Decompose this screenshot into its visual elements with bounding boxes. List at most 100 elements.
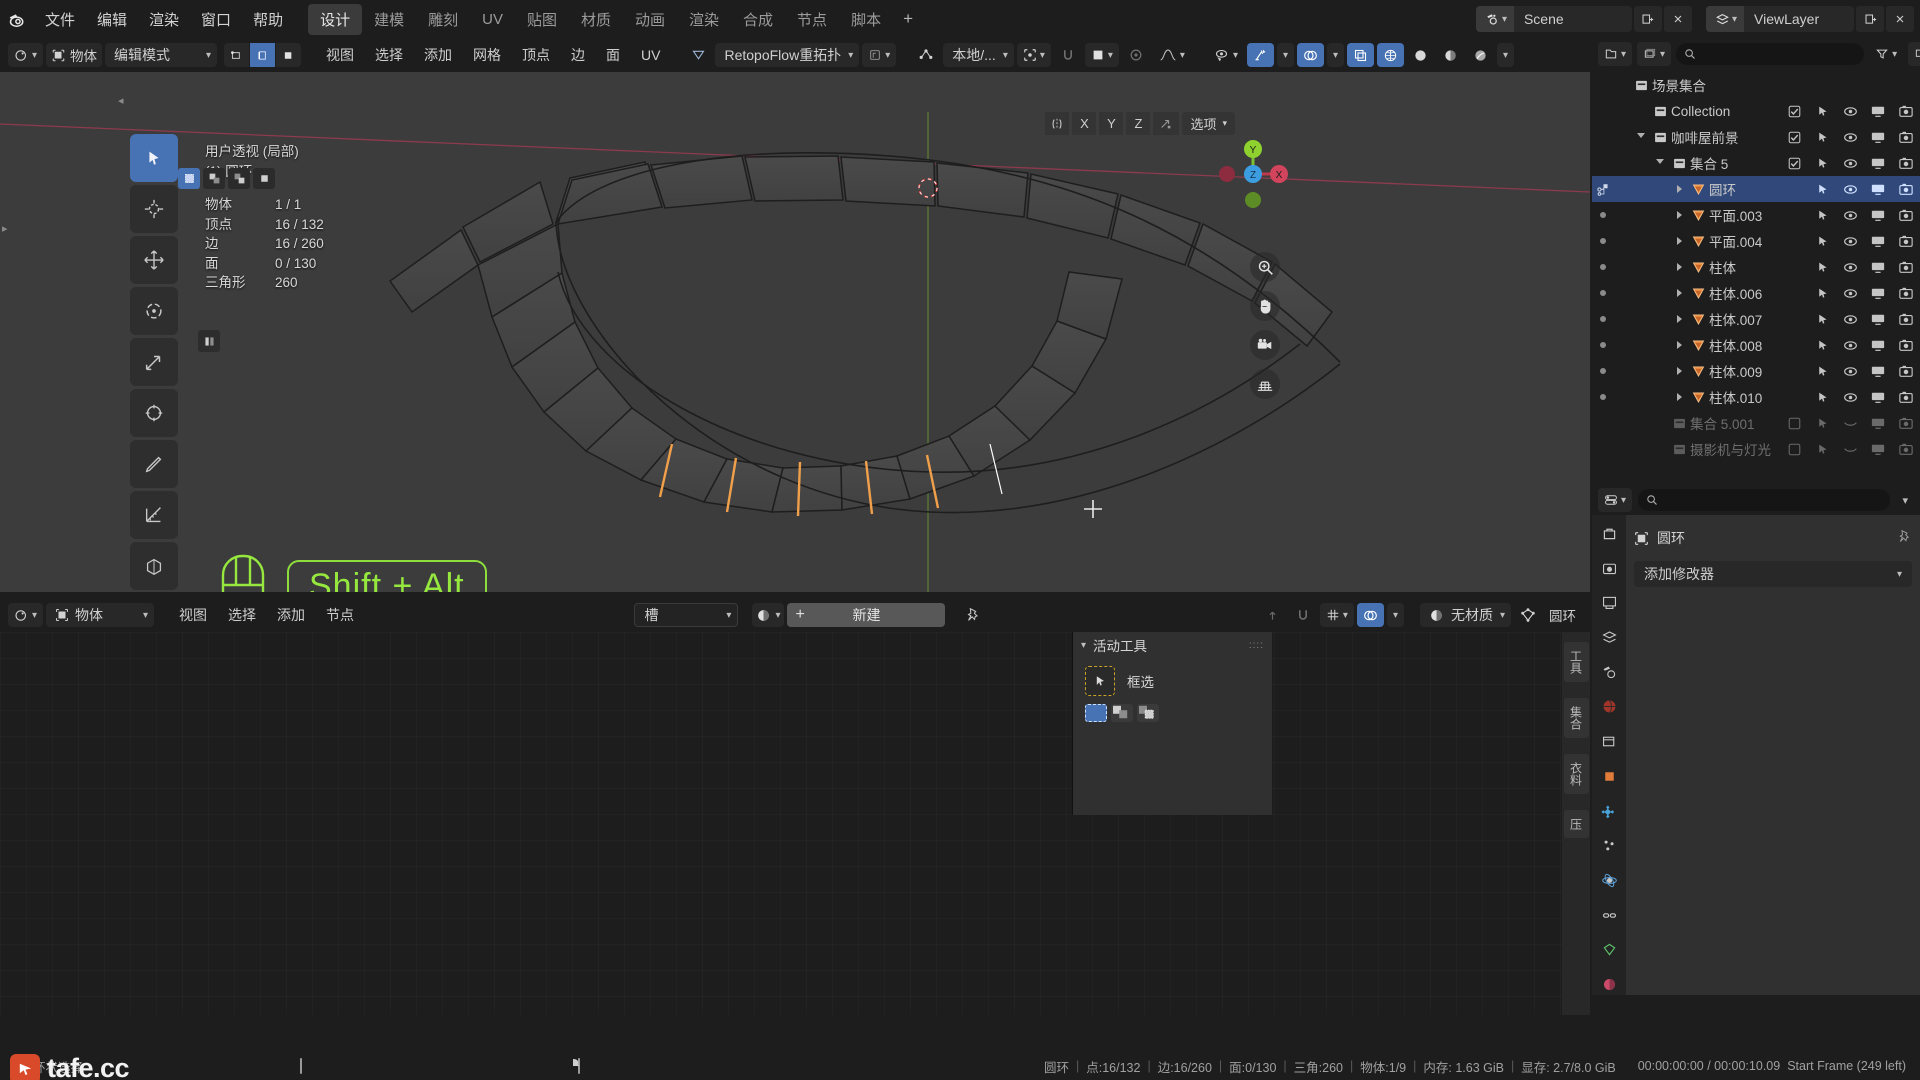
gizmo-toggle[interactable] bbox=[1246, 43, 1274, 67]
menu-window[interactable]: 窗口 bbox=[190, 6, 242, 33]
properties-tab-tool[interactable] bbox=[1598, 523, 1620, 544]
disable-in-viewports-toggle[interactable] bbox=[1870, 181, 1886, 197]
hide-in-viewport-toggle[interactable] bbox=[1842, 129, 1858, 145]
overlays-dropdown[interactable]: ▾ bbox=[1327, 43, 1345, 67]
viewport-left-expand-arrow[interactable]: ▸ bbox=[2, 222, 8, 235]
zoom-icon[interactable] bbox=[1250, 252, 1280, 282]
outliner-expand-toggle[interactable] bbox=[1671, 263, 1687, 271]
active-tool-header[interactable]: ▾ 活动工具 :::: bbox=[1073, 632, 1272, 658]
outliner-row[interactable]: 柱体.008 bbox=[1592, 332, 1920, 358]
viewport-menu-uv[interactable]: UV bbox=[632, 44, 669, 66]
material-browse-dropdown[interactable]: ▾ bbox=[752, 603, 785, 627]
disable-in-renders-toggle[interactable] bbox=[1898, 103, 1914, 119]
properties-tab-world[interactable] bbox=[1598, 697, 1620, 718]
retopoflow-icon[interactable] bbox=[685, 43, 712, 67]
properties-tab-collection[interactable] bbox=[1598, 731, 1620, 752]
viewport-menu-select[interactable]: 选择 bbox=[366, 42, 412, 68]
pan-hand-icon[interactable] bbox=[1250, 291, 1280, 321]
outliner-expand-toggle[interactable] bbox=[1671, 393, 1687, 401]
cursor-selectable-toggle[interactable] bbox=[1814, 233, 1830, 249]
new-material-button[interactable]: + 新建 bbox=[787, 603, 946, 627]
menu-edit[interactable]: 编辑 bbox=[86, 6, 138, 33]
select-mode-extend-chip[interactable] bbox=[203, 168, 225, 189]
outliner-row[interactable]: 柱体 bbox=[1592, 254, 1920, 280]
node-tab-collection[interactable]: 集合 bbox=[1563, 698, 1589, 738]
select-mode-subtract-chip[interactable] bbox=[228, 168, 250, 189]
outliner-expand-toggle[interactable] bbox=[1671, 289, 1687, 297]
outliner-row[interactable]: 集合 5.001 bbox=[1592, 410, 1920, 436]
tool-scale[interactable] bbox=[130, 338, 178, 386]
pin-icon[interactable] bbox=[959, 603, 987, 627]
tool-mode-extend[interactable] bbox=[1111, 704, 1133, 722]
node-snap-magnet-icon[interactable] bbox=[1289, 603, 1317, 627]
properties-tab-particles[interactable] bbox=[1598, 835, 1620, 856]
object-mode-group[interactable]: 物体 bbox=[46, 43, 103, 67]
properties-tab-modifier[interactable] bbox=[1598, 801, 1620, 822]
proportional-editing-icon[interactable] bbox=[1122, 43, 1150, 67]
node-menu-select[interactable]: 选择 bbox=[219, 602, 265, 628]
outliner-row[interactable]: 场景集合 bbox=[1592, 72, 1920, 98]
outliner-row[interactable]: 柱体.009 bbox=[1592, 358, 1920, 384]
outliner-expand-toggle[interactable] bbox=[1671, 237, 1687, 245]
toggle-ortho-perspective-icon[interactable] bbox=[1250, 369, 1280, 399]
cursor-selectable-toggle[interactable] bbox=[1814, 129, 1830, 145]
cursor-selectable-toggle[interactable] bbox=[1814, 207, 1830, 223]
disable-in-viewports-toggle[interactable] bbox=[1870, 415, 1886, 431]
properties-tab-output[interactable] bbox=[1598, 592, 1620, 613]
falloff-curve-dropdown[interactable]: ▾ bbox=[1153, 43, 1191, 67]
disable-in-viewports-toggle[interactable] bbox=[1870, 389, 1886, 405]
outliner-row[interactable]: 平面.003 bbox=[1592, 202, 1920, 228]
hide-in-viewport-toggle[interactable] bbox=[1842, 389, 1858, 405]
outliner-expand-toggle[interactable] bbox=[1633, 132, 1649, 142]
workspace-tab-add[interactable]: + bbox=[893, 7, 923, 31]
hide-in-viewport-toggle[interactable] bbox=[1842, 181, 1858, 197]
node-menu-add[interactable]: 添加 bbox=[268, 602, 314, 628]
properties-search-field[interactable] bbox=[1658, 493, 1883, 507]
outliner-expand-toggle[interactable] bbox=[1671, 341, 1687, 349]
tool-mode-set[interactable] bbox=[1085, 704, 1107, 722]
tool-annotate[interactable] bbox=[130, 440, 178, 488]
blender-logo-icon[interactable] bbox=[0, 0, 34, 38]
select-mode-intersect-chip[interactable] bbox=[253, 168, 275, 189]
snap-toggle-icon[interactable] bbox=[1054, 43, 1082, 67]
checkbox-exclude-toggle[interactable] bbox=[1786, 441, 1802, 457]
disable-in-viewports-toggle[interactable] bbox=[1870, 337, 1886, 353]
hide-in-viewport-toggle[interactable] bbox=[1842, 155, 1858, 171]
outliner-new-collection-icon[interactable] bbox=[1908, 42, 1920, 66]
disable-in-renders-toggle[interactable] bbox=[1898, 415, 1914, 431]
node-editor-canvas[interactable] bbox=[0, 632, 1590, 1015]
checkbox-exclude-toggle[interactable] bbox=[1786, 415, 1802, 431]
workspace-tab-shading[interactable]: 材质 bbox=[569, 4, 623, 35]
xray-toggle[interactable] bbox=[1347, 43, 1375, 67]
outliner-row[interactable]: 集合 5 bbox=[1592, 150, 1920, 176]
disable-in-viewports-toggle[interactable] bbox=[1870, 155, 1886, 171]
cursor-selectable-toggle[interactable] bbox=[1814, 441, 1830, 457]
cursor-selectable-toggle[interactable] bbox=[1814, 389, 1830, 405]
checkbox-exclude-toggle[interactable] bbox=[1786, 155, 1802, 171]
overlays-toggle[interactable] bbox=[1297, 43, 1324, 67]
outliner-expand-toggle[interactable] bbox=[1671, 211, 1687, 219]
properties-tab-viewlayer[interactable] bbox=[1598, 627, 1620, 648]
disable-in-renders-toggle[interactable] bbox=[1898, 155, 1914, 171]
navigation-gizmo[interactable]: Y X Z bbox=[1211, 132, 1295, 216]
node-tab-press[interactable]: 压 bbox=[1563, 810, 1589, 838]
disable-in-renders-toggle[interactable] bbox=[1898, 285, 1914, 301]
tool-transform[interactable] bbox=[130, 389, 178, 437]
workspace-tab-design[interactable]: 设计 bbox=[308, 3, 363, 35]
node-editor-type-selector[interactable]: ▾ bbox=[8, 603, 44, 627]
shading-rendered[interactable] bbox=[1467, 43, 1494, 67]
hide-in-viewport-toggle[interactable] bbox=[1842, 441, 1858, 457]
snap-magnet-icon[interactable] bbox=[912, 43, 940, 67]
outliner-row[interactable]: 柱体.006 bbox=[1592, 280, 1920, 306]
outliner-expand-toggle[interactable] bbox=[1671, 315, 1687, 323]
retopoflow-dropdown[interactable]: RetopoFlow重拓扑 ▾ bbox=[715, 43, 860, 67]
workspace-tab-sculpting[interactable]: 雕刻 bbox=[416, 4, 470, 35]
disable-in-viewports-toggle[interactable] bbox=[1870, 233, 1886, 249]
disable-in-renders-toggle[interactable] bbox=[1898, 363, 1914, 379]
workspace-tab-uv[interactable]: UV bbox=[470, 6, 515, 33]
mirror-axis-z[interactable]: Z bbox=[1126, 112, 1151, 135]
panel-drag-handle[interactable]: :::: bbox=[1249, 640, 1264, 651]
hide-in-viewport-toggle[interactable] bbox=[1842, 285, 1858, 301]
outliner-expand-toggle[interactable] bbox=[1671, 367, 1687, 375]
properties-tab-physics[interactable] bbox=[1598, 870, 1620, 891]
